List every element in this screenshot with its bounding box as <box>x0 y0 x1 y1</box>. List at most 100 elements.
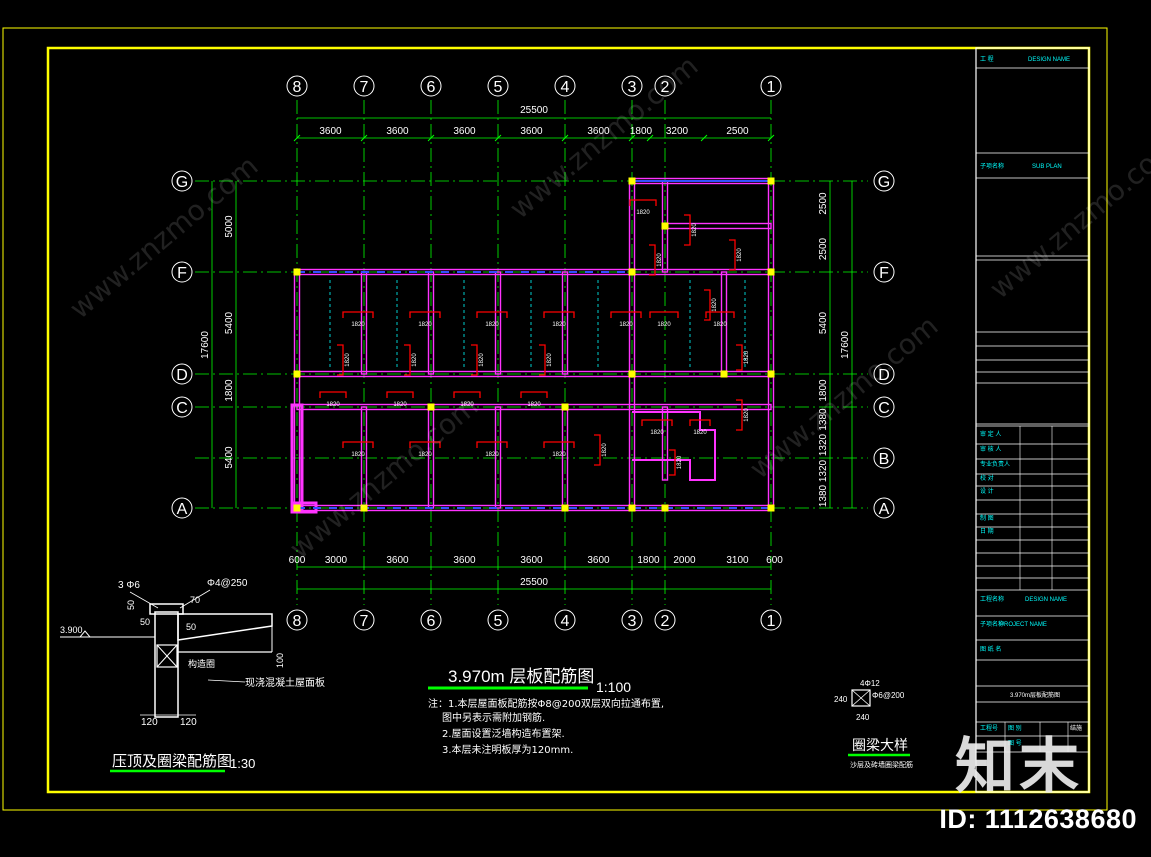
dim-top: 3600 <box>319 126 342 137</box>
title-block-text: 制 图 <box>980 514 994 522</box>
column <box>427 403 435 411</box>
detail-right-title: 圈梁大样 <box>852 737 908 753</box>
rebar-bar <box>543 441 575 448</box>
dim-right: 2500 <box>818 237 829 260</box>
title-block-text: 日 期 <box>980 527 994 535</box>
grid-label-x: 7 <box>360 613 369 630</box>
rebar-label: 1820 <box>713 322 727 328</box>
dim-bottom: 1800 <box>637 555 660 566</box>
grid-label-x: 8 <box>293 613 302 630</box>
dim-bottom: 3600 <box>520 555 543 566</box>
watermark-text: www.znzmo.com <box>503 49 704 225</box>
rebar-label: 1820 <box>552 452 566 458</box>
dim-right: 1320 <box>818 459 829 482</box>
title-block-text: 设 计 <box>980 487 994 495</box>
watermark-text: www.znzmo.com <box>283 389 484 565</box>
dim-top: 3200 <box>666 126 689 137</box>
dim-left: 5400 <box>224 446 235 469</box>
detail-left-scale: 1:30 <box>230 756 255 771</box>
ring-240w: 240 <box>856 713 870 722</box>
dim-bottom: 3100 <box>726 555 749 566</box>
rebar-label: 1820 <box>393 402 407 408</box>
title-block-text: 3.970m层板配筋图 <box>1010 691 1060 699</box>
rebar-bar <box>610 311 642 318</box>
rebar-bar <box>736 344 743 371</box>
rebar-bar <box>594 434 601 466</box>
grid-label-x: 6 <box>427 613 436 630</box>
dim-50-a: 50 <box>126 600 136 610</box>
column <box>767 504 775 512</box>
plan-note-1: 注：1.本层屋面板配筋按Φ8@200双层双向拉通布置, <box>428 697 664 710</box>
grid-label-y: G <box>878 174 890 191</box>
dim-100: 100 <box>275 653 285 668</box>
dim-bottom: 3600 <box>386 555 409 566</box>
rebar-bar <box>669 449 676 476</box>
dim-top: 2500 <box>726 126 749 137</box>
title-block-text: PROJECT NAME <box>1000 622 1047 628</box>
rebar-bar <box>684 214 691 246</box>
wall-h <box>664 222 772 230</box>
column <box>628 268 636 276</box>
dim-left: 5000 <box>224 215 235 238</box>
title-block-text: 图 纸 名 <box>980 645 1001 653</box>
rebar-label: 1820 <box>485 452 499 458</box>
dim-left: 5400 <box>224 311 235 334</box>
grid-label-y: G <box>176 174 188 191</box>
detail-right-sub: 沙层及砖墙圈梁配筋 <box>850 760 913 769</box>
title-block-text: 子项名称 <box>980 162 1004 170</box>
grid-label-y: D <box>176 367 188 384</box>
gl-label: 构造圈 <box>188 658 215 669</box>
column <box>293 370 301 378</box>
watermark-logo: 知末 <box>955 732 1083 802</box>
rebar-bar <box>704 289 711 321</box>
rebar-label: 1820 <box>744 408 750 422</box>
stair-outline <box>632 411 716 481</box>
rebar-label: 1820 <box>412 353 418 367</box>
grid-label-x: 4 <box>561 613 570 630</box>
title-block-text: 审 核 人 <box>980 445 1001 453</box>
grid-label-y: A <box>177 501 188 518</box>
dim-right: 5400 <box>818 311 829 334</box>
plan-title: 3.970m 层板配筋图 <box>448 667 594 686</box>
dim-top: 3600 <box>520 126 543 137</box>
plan-title-group: 3.970m 层板配筋图 1:100 注：1.本层屋面板配筋按Φ8@200双层双… <box>428 667 664 756</box>
rebar-bar <box>404 344 411 376</box>
grid-label-y: C <box>878 400 890 417</box>
rebar-bar <box>543 311 575 318</box>
grid-label-x: 5 <box>494 79 503 96</box>
ring-4phi12: 4Φ12 <box>860 679 880 688</box>
grid-label-y: A <box>879 501 890 518</box>
rebar-bar <box>520 391 548 398</box>
column <box>628 177 636 185</box>
grid-label-x: 1 <box>767 79 776 96</box>
watermark-text: www.znzmo.com <box>983 129 1151 305</box>
dim-bottom: 3600 <box>453 555 476 566</box>
rebar-label: 1820 <box>326 402 340 408</box>
title-block-text: 审 定 人 <box>980 430 1001 438</box>
grid-label-x: 4 <box>561 79 570 96</box>
dim-right-total: 17600 <box>840 331 851 359</box>
dim-right: 2500 <box>818 192 829 215</box>
title-block-text: 工程名称 <box>980 595 1004 603</box>
dim-top-total: 25500 <box>520 105 548 116</box>
rebar-bar <box>342 441 374 448</box>
plan-scale: 1:100 <box>596 679 631 695</box>
column <box>561 504 569 512</box>
rebar-label: 1820 <box>485 322 499 328</box>
title-block-frame <box>975 47 1090 793</box>
grid-label-x: 5 <box>494 613 503 630</box>
slab-label-leader <box>207 679 246 683</box>
column <box>293 504 301 512</box>
floor-plan: 8877665544332211G GF FD DC CBA A255003600 3600… <box>63 49 1151 631</box>
dim-bottom: 3000 <box>325 555 348 566</box>
rebar-bar <box>729 239 736 271</box>
label-3phi6: 3 Φ6 <box>118 580 140 591</box>
rebar-bar <box>319 391 347 398</box>
grid-label-y: F <box>879 265 889 282</box>
label-phi4-250: Φ4@250 <box>207 578 248 589</box>
dim-50-b: 50 <box>140 617 150 627</box>
title-block-text: 工 程 <box>980 55 994 63</box>
rebar-bar <box>409 311 441 318</box>
grid-label-x: 2 <box>661 613 670 630</box>
rebar-bar <box>337 344 344 376</box>
